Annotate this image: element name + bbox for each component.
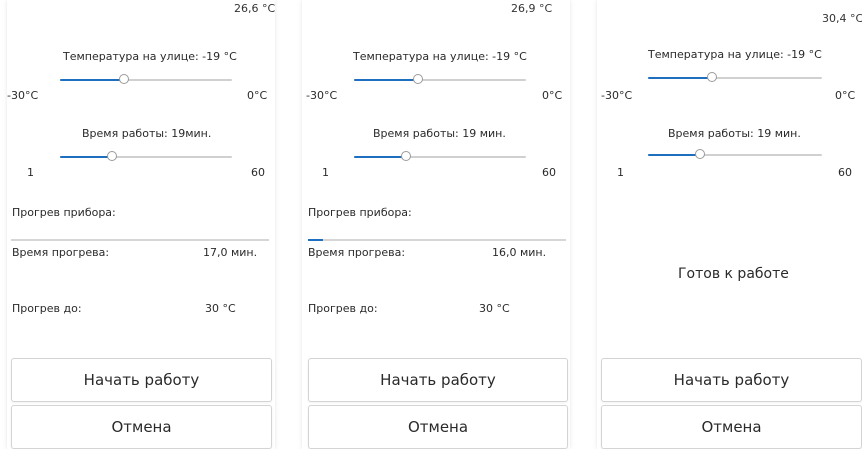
warmup-time-label: Время прогрева: — [308, 246, 406, 259]
outdoor-max-label: 0°C — [835, 89, 856, 102]
work-time-slider[interactable] — [354, 151, 526, 161]
work-time-label: Время работы: 19 мин. — [373, 127, 506, 140]
warmup-time-label: Время прогрева: — [12, 246, 110, 259]
work-max-label: 60 — [542, 166, 556, 179]
warmup-time-value: 17,0 мин. — [203, 246, 258, 259]
outdoor-temp-slider-handle[interactable] — [707, 72, 718, 82]
cancel-button[interactable]: Отмена — [308, 405, 568, 449]
warmup-time-value: 16,0 мин. — [492, 246, 547, 259]
work-time-slider-handle[interactable] — [400, 151, 411, 161]
outdoor-min-label: -30°C — [7, 89, 39, 102]
outdoor-max-label: 0°C — [542, 89, 563, 102]
outdoor-temp-slider-handle[interactable] — [118, 74, 129, 84]
current-temperature: 30,4 °C — [822, 12, 862, 25]
ready-status-label: Готов к работе — [678, 266, 789, 282]
outdoor-temp-slider[interactable] — [354, 74, 526, 84]
warmup-progress-fill — [308, 239, 324, 241]
cancel-button[interactable]: Отмена — [11, 405, 272, 449]
outdoor-max-label: 0°C — [247, 89, 268, 102]
warmup-label: Прогрев прибора: — [12, 206, 116, 219]
work-time-label: Время работы: 19мин. — [82, 127, 212, 140]
work-max-label: 60 — [251, 166, 265, 179]
outdoor-temp-slider-handle[interactable] — [412, 74, 423, 84]
current-temperature: 26,9 °C — [511, 2, 553, 15]
current-temperature: 26,6 °C — [234, 2, 275, 15]
warmup-label: Прогрев прибора: — [308, 206, 412, 219]
work-time-slider-fill — [60, 156, 112, 158]
outdoor-temp-label: Температура на улице: -19 °C — [63, 50, 237, 63]
work-time-slider-fill — [354, 156, 406, 158]
work-min-label: 1 — [617, 166, 624, 179]
work-time-slider-handle[interactable] — [106, 151, 117, 161]
start-work-button[interactable]: Начать работу — [308, 358, 568, 402]
start-work-button[interactable]: Начать работу — [11, 358, 272, 402]
cancel-button[interactable]: Отмена — [601, 405, 862, 449]
work-time-slider-fill — [648, 154, 701, 156]
work-time-slider[interactable] — [648, 149, 822, 159]
outdoor-min-label: -30°C — [306, 89, 338, 102]
warmup-to-value: 30 °C — [205, 302, 236, 315]
outdoor-temp-slider-fill — [648, 77, 713, 79]
warmup-progress-bar — [308, 239, 566, 241]
outdoor-min-label: -30°C — [601, 89, 633, 102]
screenshot-stage: 26,6 °C Температура на улице: -19 °C -30… — [0, 0, 862, 449]
warmup-progress-bar — [11, 239, 269, 241]
warmup-to-label: Прогрев до: — [308, 302, 378, 315]
outdoor-temp-slider-fill — [60, 79, 124, 81]
work-time-label: Время работы: 19 мин. — [668, 127, 801, 140]
work-time-slider[interactable] — [60, 151, 232, 161]
warmup-to-value: 30 °C — [479, 302, 510, 315]
work-min-label: 1 — [27, 166, 34, 179]
panel-3: 30,4 °C Температура на улице: -19 °C -30… — [597, 0, 862, 449]
work-time-slider-handle[interactable] — [695, 149, 706, 159]
outdoor-temp-slider-fill — [354, 79, 418, 81]
work-max-label: 60 — [838, 166, 852, 179]
start-work-button[interactable]: Начать работу — [601, 358, 862, 402]
work-min-label: 1 — [322, 166, 329, 179]
outdoor-temp-slider[interactable] — [60, 74, 232, 84]
warmup-to-label: Прогрев до: — [12, 302, 82, 315]
outdoor-temp-label: Температура на улице: -19 °C — [353, 50, 527, 63]
outdoor-temp-slider[interactable] — [648, 72, 822, 82]
panel-2: 26,9 °C Температура на улице: -19 °C -30… — [302, 0, 570, 449]
outdoor-temp-label: Температура на улице: -19 °C — [648, 48, 822, 61]
panel-1: 26,6 °C Температура на улице: -19 °C -30… — [7, 0, 275, 449]
